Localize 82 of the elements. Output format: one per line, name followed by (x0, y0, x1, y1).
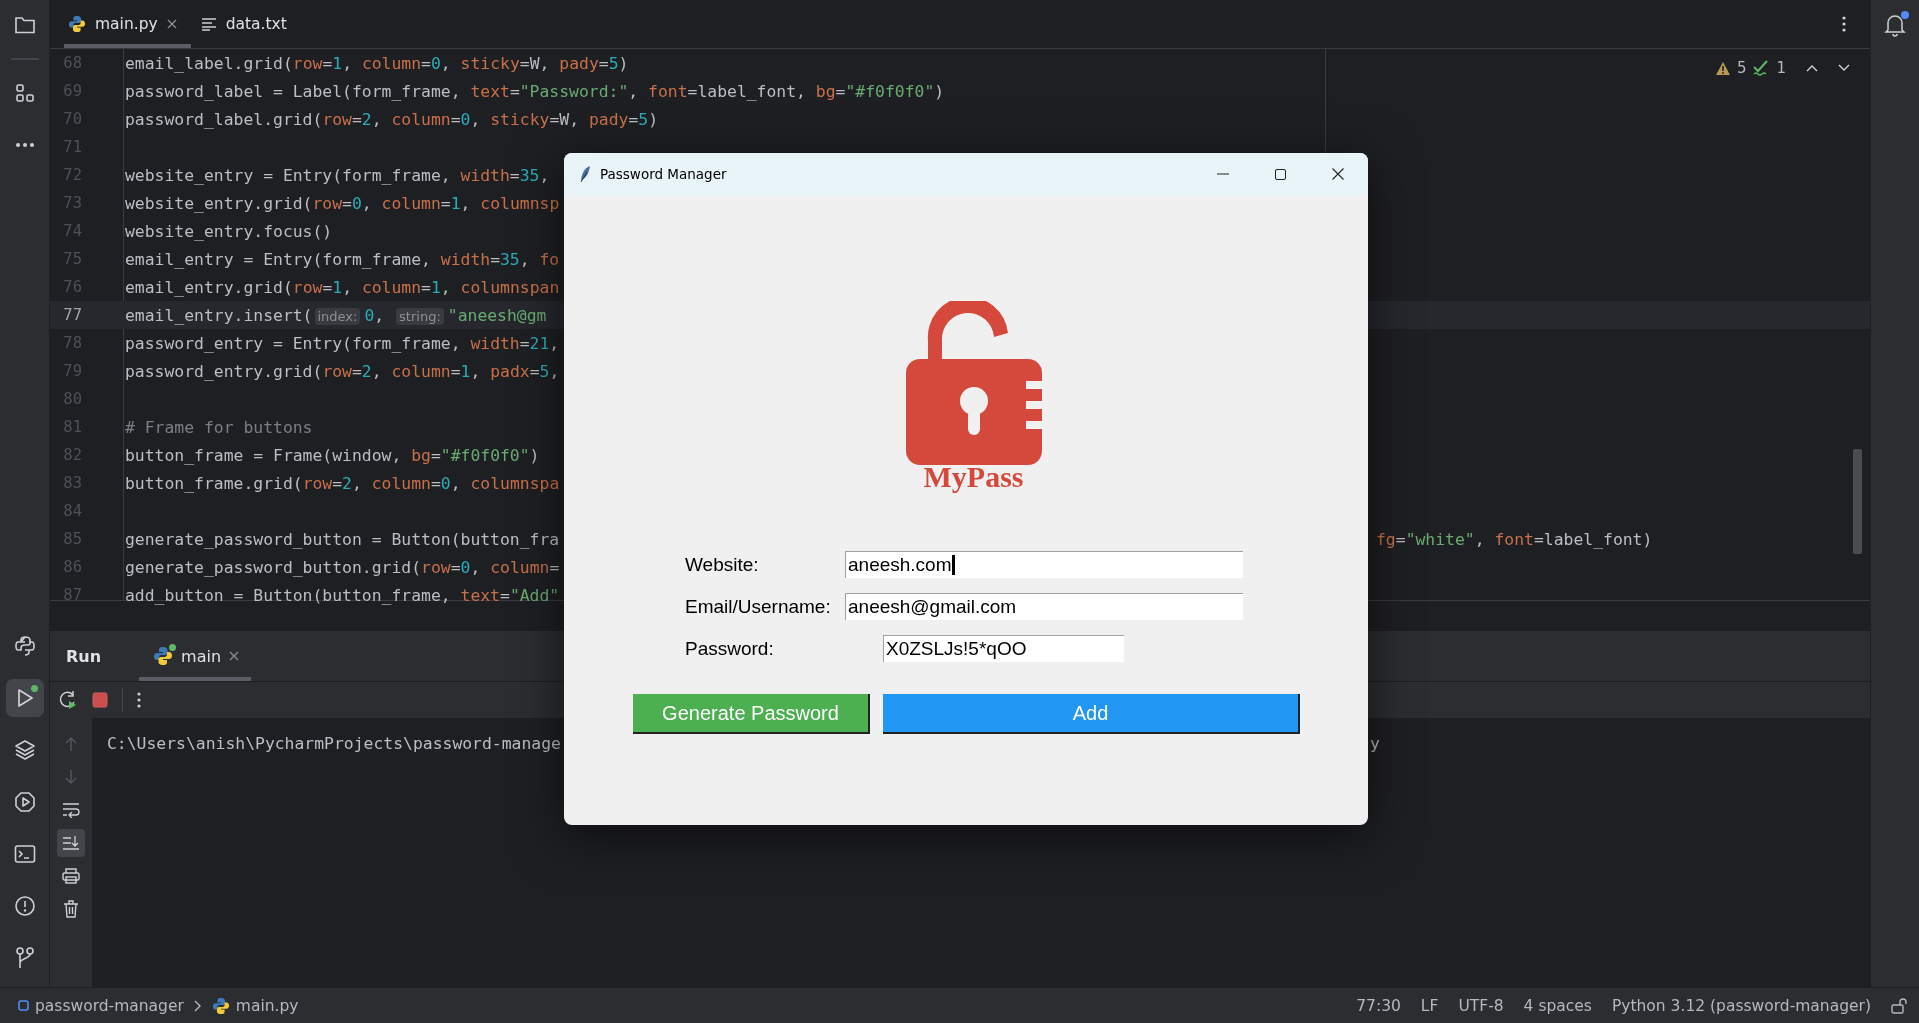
console-tool-button[interactable] (57, 829, 85, 857)
tab-label: main (181, 646, 222, 666)
check-icon (1752, 60, 1771, 76)
tab-label: main.py (95, 15, 158, 33)
breadcrumb[interactable]: password-manager (35, 996, 184, 1015)
code-line: website_entry = Entry(form_frame, width=35, (125, 165, 550, 185)
module-icon (18, 1000, 29, 1011)
python-icon (13, 635, 36, 657)
editor-tab[interactable]: data.txt (196, 0, 301, 48)
status-item[interactable]: UTF-8 (1458, 996, 1504, 1015)
editor-tab[interactable]: main.py (64, 0, 191, 48)
code-line: website_entry.focus() (125, 221, 333, 241)
window-title: Password Manager (600, 166, 727, 182)
code-line: button_frame.grid(row=2, column=0, columnspa (125, 473, 560, 493)
problems-icon (13, 895, 36, 917)
code-line: add_button = Button(button_frame, text="Add" (125, 585, 560, 605)
more-icon[interactable] (1842, 16, 1846, 32)
tab-label: data.txt (225, 15, 287, 33)
status-item[interactable]: 4 spaces (1523, 996, 1592, 1015)
services-icon (13, 791, 36, 813)
terminal-icon (13, 844, 36, 864)
status-item[interactable]: 77:30 (1356, 996, 1401, 1015)
status-item[interactable]: LF (1420, 996, 1439, 1015)
feather-icon (579, 165, 591, 183)
logo-text: MyPass (923, 462, 1024, 492)
stop-icon[interactable] (92, 692, 108, 708)
code-line: # Frame for buttons (125, 417, 313, 437)
field-label: Password: (685, 637, 775, 660)
arrow-down-icon (64, 769, 78, 785)
more-icon[interactable] (137, 692, 141, 708)
python-icon (211, 996, 230, 1015)
input-field[interactable]: X0ZSLJs!5*qOO (883, 635, 1124, 662)
field-label: Website: (685, 553, 760, 576)
code-line: email_label.grid(row=1, column=0, sticky=W, pady=5) (125, 53, 629, 73)
code-line: password_label.grid(row=2, column=0, sticky=W, pady=5) (125, 109, 658, 129)
folder-icon (13, 15, 36, 35)
lock-icon[interactable] (1891, 997, 1909, 1014)
code-line: password_entry.grid(row=2, column=1, padx=5, (125, 361, 560, 381)
status-item[interactable]: Python 3.12 (password-manager) (1611, 996, 1871, 1015)
console-output: C:\Users\anish\PycharmProjects\password-manage (107, 734, 562, 753)
code-line: website_entry.grid(row=0, column=1, columnsp (125, 193, 560, 213)
print-icon (62, 868, 80, 884)
layers-icon (13, 739, 36, 761)
branch-icon (13, 946, 36, 970)
code-line: button_frame = Frame(window, bg="#f0f0f0") (125, 445, 540, 465)
bell-icon (1884, 13, 1906, 37)
input-field[interactable]: aneesh@gmail.com (845, 593, 1243, 620)
code-line: fg="white", font=label_font) (1376, 529, 1653, 549)
field-label: Email/Username: (685, 595, 832, 618)
python-icon (153, 646, 174, 666)
chevron-down-icon[interactable] (1838, 64, 1850, 72)
tool-window-button[interactable] (5, 679, 44, 717)
rerun-icon[interactable] (58, 690, 78, 710)
panel-title: Run (66, 646, 102, 666)
warning-count[interactable]: 5 (1736, 59, 1747, 77)
scroll-to-end-icon (62, 835, 80, 851)
padlock-icon (905, 301, 1042, 465)
scrollbar[interactable] (1853, 449, 1862, 554)
more-icon (14, 142, 35, 148)
code-line: email_entry.insert( index: 0, string: "aneesh@gm (125, 305, 547, 325)
console-output: y (1370, 734, 1380, 753)
code-line: email_entry = Entry(form_frame, width=35, fo (125, 249, 560, 269)
text-file-icon (200, 17, 217, 31)
code-line: generate_password_button = Button(button_fra (125, 529, 560, 549)
breadcrumb[interactable]: main.py (235, 996, 299, 1015)
chevron-up-icon[interactable] (1806, 64, 1818, 72)
code-line: generate_password_button.grid(row=0, column= (125, 557, 560, 577)
structure-icon (14, 83, 35, 103)
close-icon[interactable] (1332, 168, 1344, 180)
trash-icon (63, 900, 79, 918)
line-number: 77 (62, 306, 82, 324)
weak-warning-count[interactable]: 1 (1776, 59, 1786, 77)
python-icon (68, 15, 86, 33)
code-line: password_label = Label(form_frame, text="Password:", font=label_font, bg="#f0f0f0") (125, 81, 945, 101)
maximize-icon[interactable] (1275, 168, 1286, 180)
wrap-icon (62, 802, 80, 818)
code-line: email_entry.grid(row=1, column=1, columnspan (125, 277, 560, 297)
code-line: password_entry = Entry(form_frame, width=21, (125, 333, 560, 353)
chevron-right-icon (193, 999, 202, 1012)
arrow-up-icon (64, 736, 78, 752)
input-field[interactable]: aneesh.com (845, 551, 1243, 578)
warning-icon (1714, 60, 1731, 76)
